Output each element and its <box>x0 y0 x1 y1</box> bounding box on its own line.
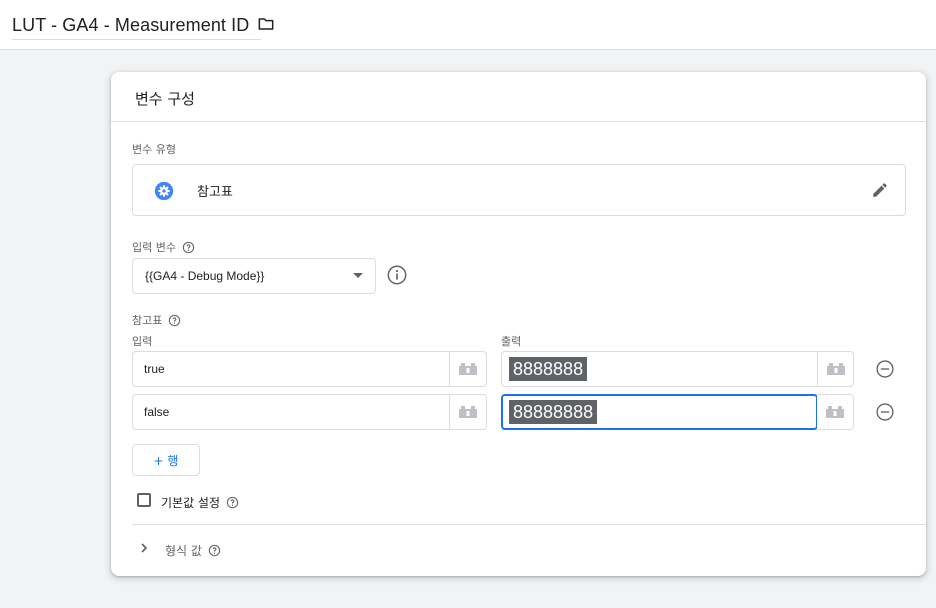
variable-picker-icon[interactable] <box>826 362 846 376</box>
input-variable-value: {{GA4 - Debug Mode}} <box>145 269 265 283</box>
variable-name-field[interactable]: LUT - GA4 - Measurement ID <box>12 12 262 40</box>
default-value-checkbox[interactable] <box>137 493 151 507</box>
variable-picker-icon[interactable] <box>458 362 478 376</box>
row-1-output-value: 8888888 <box>509 357 588 381</box>
card-header: 변수 구성 <box>111 72 926 122</box>
variable-type-label-text: 변수 유형 <box>132 143 176 156</box>
row-1-input-value: true <box>144 362 165 376</box>
output-column-header: 출력 <box>501 335 522 348</box>
card-title: 변수 구성 <box>135 90 195 108</box>
row-1-input-field[interactable]: true <box>132 351 487 387</box>
top-bar: LUT - GA4 - Measurement ID <box>0 0 936 50</box>
gear-icon <box>154 181 174 201</box>
remove-row-icon[interactable] <box>875 359 895 379</box>
default-value-label-text: 기본값 설정 <box>161 496 221 510</box>
field-divider <box>817 352 818 386</box>
variable-type-box[interactable]: 참고표 <box>132 164 906 216</box>
remove-row-icon[interactable] <box>875 402 895 422</box>
row-1-output-field[interactable]: 8888888 <box>501 351 854 387</box>
row-2-input-field[interactable]: false <box>132 394 487 430</box>
chevron-down-icon <box>353 273 363 278</box>
variable-type-label: 변수 유형 <box>132 141 176 157</box>
lookup-table-label-text: 참고표 <box>132 314 163 327</box>
help-icon[interactable] <box>182 241 195 254</box>
field-divider <box>449 352 450 386</box>
input-variable-select[interactable]: {{GA4 - Debug Mode}} <box>132 258 376 294</box>
default-value-label: 기본값 설정 <box>161 494 239 511</box>
add-row-button[interactable]: + 행 <box>132 444 200 476</box>
variable-config-card: 변수 구성 변수 유형 참고표 입력 변수 {{GA4 - Debug Mode… <box>111 72 926 576</box>
format-value-label-text: 형식 값 <box>165 544 202 558</box>
row-2-output-field[interactable]: 88888888 <box>501 394 818 430</box>
help-icon[interactable] <box>168 314 181 327</box>
input-variable-label: 입력 변수 <box>132 239 195 255</box>
pencil-icon[interactable] <box>871 181 889 199</box>
variable-picker-icon[interactable] <box>825 405 845 419</box>
field-divider <box>449 395 450 429</box>
help-icon[interactable] <box>208 544 221 557</box>
input-column-header: 입력 <box>132 335 153 348</box>
row-2-output-picker[interactable] <box>817 394 854 430</box>
variable-type-value: 참고표 <box>197 185 233 200</box>
info-icon[interactable] <box>386 264 408 286</box>
chevron-right-icon[interactable] <box>139 543 149 553</box>
variable-picker-icon[interactable] <box>458 405 478 419</box>
input-variable-label-text: 입력 변수 <box>132 241 176 254</box>
row-2-input-value: false <box>144 405 170 419</box>
section-divider <box>132 524 926 525</box>
folder-icon[interactable] <box>256 14 276 34</box>
row-2-output-value: 88888888 <box>509 400 598 424</box>
help-icon[interactable] <box>226 496 239 509</box>
page-title: LUT - GA4 - Measurement ID <box>12 15 250 35</box>
format-value-toggle[interactable]: 형식 값 <box>165 542 221 559</box>
lookup-table-label: 참고표 <box>132 312 181 328</box>
